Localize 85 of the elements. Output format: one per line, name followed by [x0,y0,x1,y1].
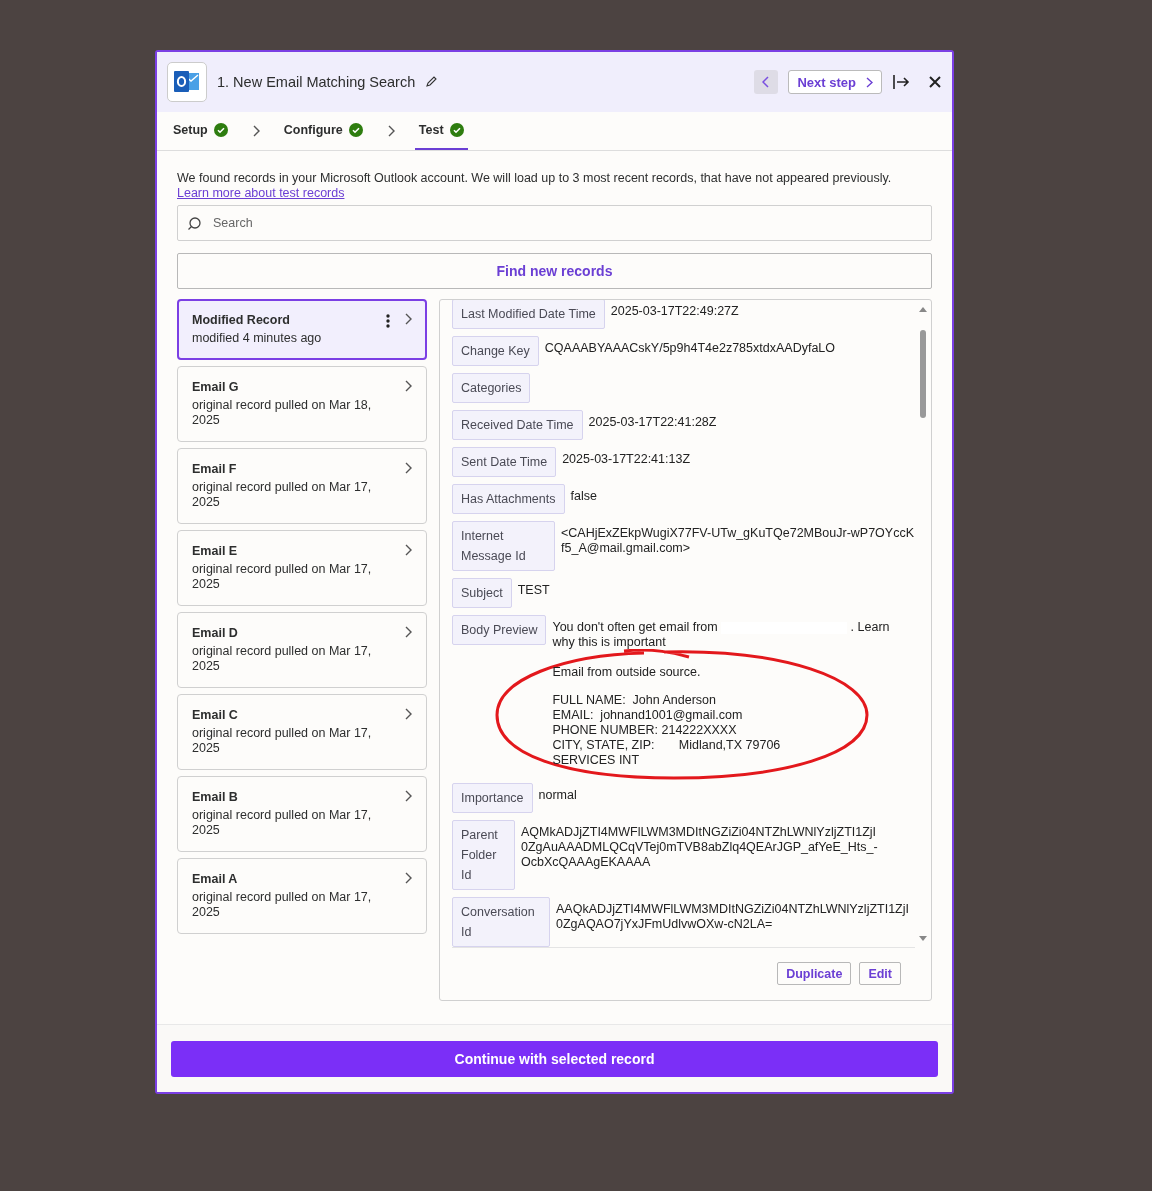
record-card[interactable]: Email B original record pulled on Mar 17, 2025 [177,776,427,852]
record-title: Modified Record [192,313,291,327]
field-value: normal [538,787,577,803]
field-value: PHONE NUMBER: 214222XXXX [552,723,737,738]
record-card[interactable]: Email A original record pulled on Mar 17, 2025 [177,858,427,934]
field-label: Change Key [452,336,539,366]
record-subtitle: original record pulled on Mar 17, 2025 [192,644,373,674]
check-icon [213,123,228,137]
record-card[interactable]: Email D original record pulled on Mar 17, 2025 [177,612,427,688]
field-value: false [570,488,597,504]
field-label: Last Modified Date Time [452,300,605,329]
field-label: Received Date Time [452,410,583,440]
learn-more-link[interactable]: Learn more about test records [177,186,345,200]
chevron-right-icon [386,125,395,137]
field-value: 2025-03-17T22:49:27Z [610,303,739,319]
record-title: Email A [192,872,239,886]
field-label: Subject [452,578,512,608]
chevron-right-icon [404,313,412,325]
field-value: <CAHjExZEkpWugiX77FV-UTw_gKuTQe72MBouJr-wP7OYccKf5_A@mail.gmail.com> [561,525,915,556]
field-value: 2025-03-17T22:41:13Z [562,451,691,467]
step-tab[interactable]: Configure [279,112,367,150]
record-subtitle: original record pulled on Mar 18, 2025 [192,398,373,428]
record-card[interactable]: Email C original record pulled on Mar 17, 2025 [177,694,427,770]
record-subtitle: original record pulled on Mar 17, 2025 [192,562,373,592]
intro-text: We found records in your Microsoft Outlook account. We will load up to 3 most recent records, that have not appeared previously. Learn more about test records [177,171,893,201]
step-title: 1. New Email Matching Search [217,74,416,90]
record-title: Email G [192,380,240,394]
record-subtitle: modified 4 minutes ago [192,331,323,346]
field-label: Internet Message Id [452,521,555,571]
field-label: Parent Folder Id [452,820,515,890]
record-title: Email D [192,626,239,640]
chevron-right-icon [404,626,412,638]
record-title: Email B [192,790,239,804]
more-options-icon[interactable] [386,313,390,329]
field-value: Email from outside source. [552,665,701,680]
field-value: You don't often get email from . Learn why this is important [552,620,891,650]
field-value: CITY, STATE, ZIP: Midland,TX 79706 [552,738,781,753]
field-label: Categories [452,373,531,403]
field-value: 2025-03-17T22:41:28Z [588,414,717,430]
chevron-right-icon [404,790,412,802]
field-label: Body Preview [452,615,547,645]
record-card[interactable]: Modified Record modified 4 minutes ago [177,299,427,360]
chevron-right-icon [404,872,412,884]
pencil-icon[interactable] [425,76,438,88]
field-label: Sent Date Time [452,447,557,477]
step-tab[interactable]: Setup [169,112,232,150]
record-card[interactable]: Email G original record pulled on Mar 18, 2025 [177,366,427,442]
chevron-right-icon [866,76,873,88]
field-value: AAQkADJjZTI4MWFlLWM3MDItNGZiZi04NTZhLWNlYzljZTI1ZjI0ZgAQAO7jYxJFmUdlvwOXw-cN2LA= [556,901,910,932]
next-step-button[interactable]: Next step [788,70,882,94]
find-new-records-button[interactable]: Find new records [177,253,932,289]
record-subtitle: original record pulled on Mar 17, 2025 [192,480,373,510]
record-title: Email C [192,708,239,722]
field-label: Importance [452,783,533,813]
record-subtitle: original record pulled on Mar 17, 2025 [192,808,373,838]
search-field[interactable]: Search [177,205,932,241]
record-title: Email E [192,544,239,558]
check-icon [449,123,464,137]
record-action-button[interactable]: Duplicate [777,962,852,985]
close-button[interactable] [928,75,942,89]
collapse-panel-button[interactable] [892,74,910,90]
chevron-right-icon [404,708,412,720]
outlook-logo [167,62,207,102]
record-card[interactable]: Email F original record pulled on Mar 17, 2025 [177,448,427,524]
continue-button[interactable]: Continue with selected record [171,1040,938,1077]
field-value: EMAIL: johnand1001@gmail.com [552,708,743,723]
step-tab[interactable]: Test [414,112,468,150]
chevron-left-icon [762,76,771,88]
record-title: Email F [192,462,238,476]
record-action-button[interactable]: Edit [859,962,901,985]
chevron-right-icon [404,544,412,556]
field-label: Has Attachments [452,484,565,514]
chevron-right-icon [404,462,412,474]
chevron-right-icon [404,380,412,392]
field-value: AQMkADJjZTI4MWFlLWM3MDItNGZiZi04NTZhLWNlYzljZTI1ZjI0ZgAuAAADMLQCqVTej0mTVB8abZlq4QEArJGP_afYeE_Hts_-OcbXcQAAAgEKAAAA [521,824,879,870]
field-value: FULL NAME: John Anderson [552,693,716,708]
field-label: Conversation Id [452,897,550,947]
record-subtitle: original record pulled on Mar 17, 2025 [192,726,373,756]
field-value: SERVICES INT [552,753,640,768]
record-subtitle: original record pulled on Mar 17, 2025 [192,890,373,920]
check-icon [348,123,363,137]
record-card[interactable]: Email E original record pulled on Mar 17, 2025 [177,530,427,606]
field-value: TEST [517,582,550,598]
field-value: CQAAABYAAACskY/5p9h4T4e2z785xtdxAADyfaLO [544,340,835,356]
chevron-right-icon [251,125,260,137]
